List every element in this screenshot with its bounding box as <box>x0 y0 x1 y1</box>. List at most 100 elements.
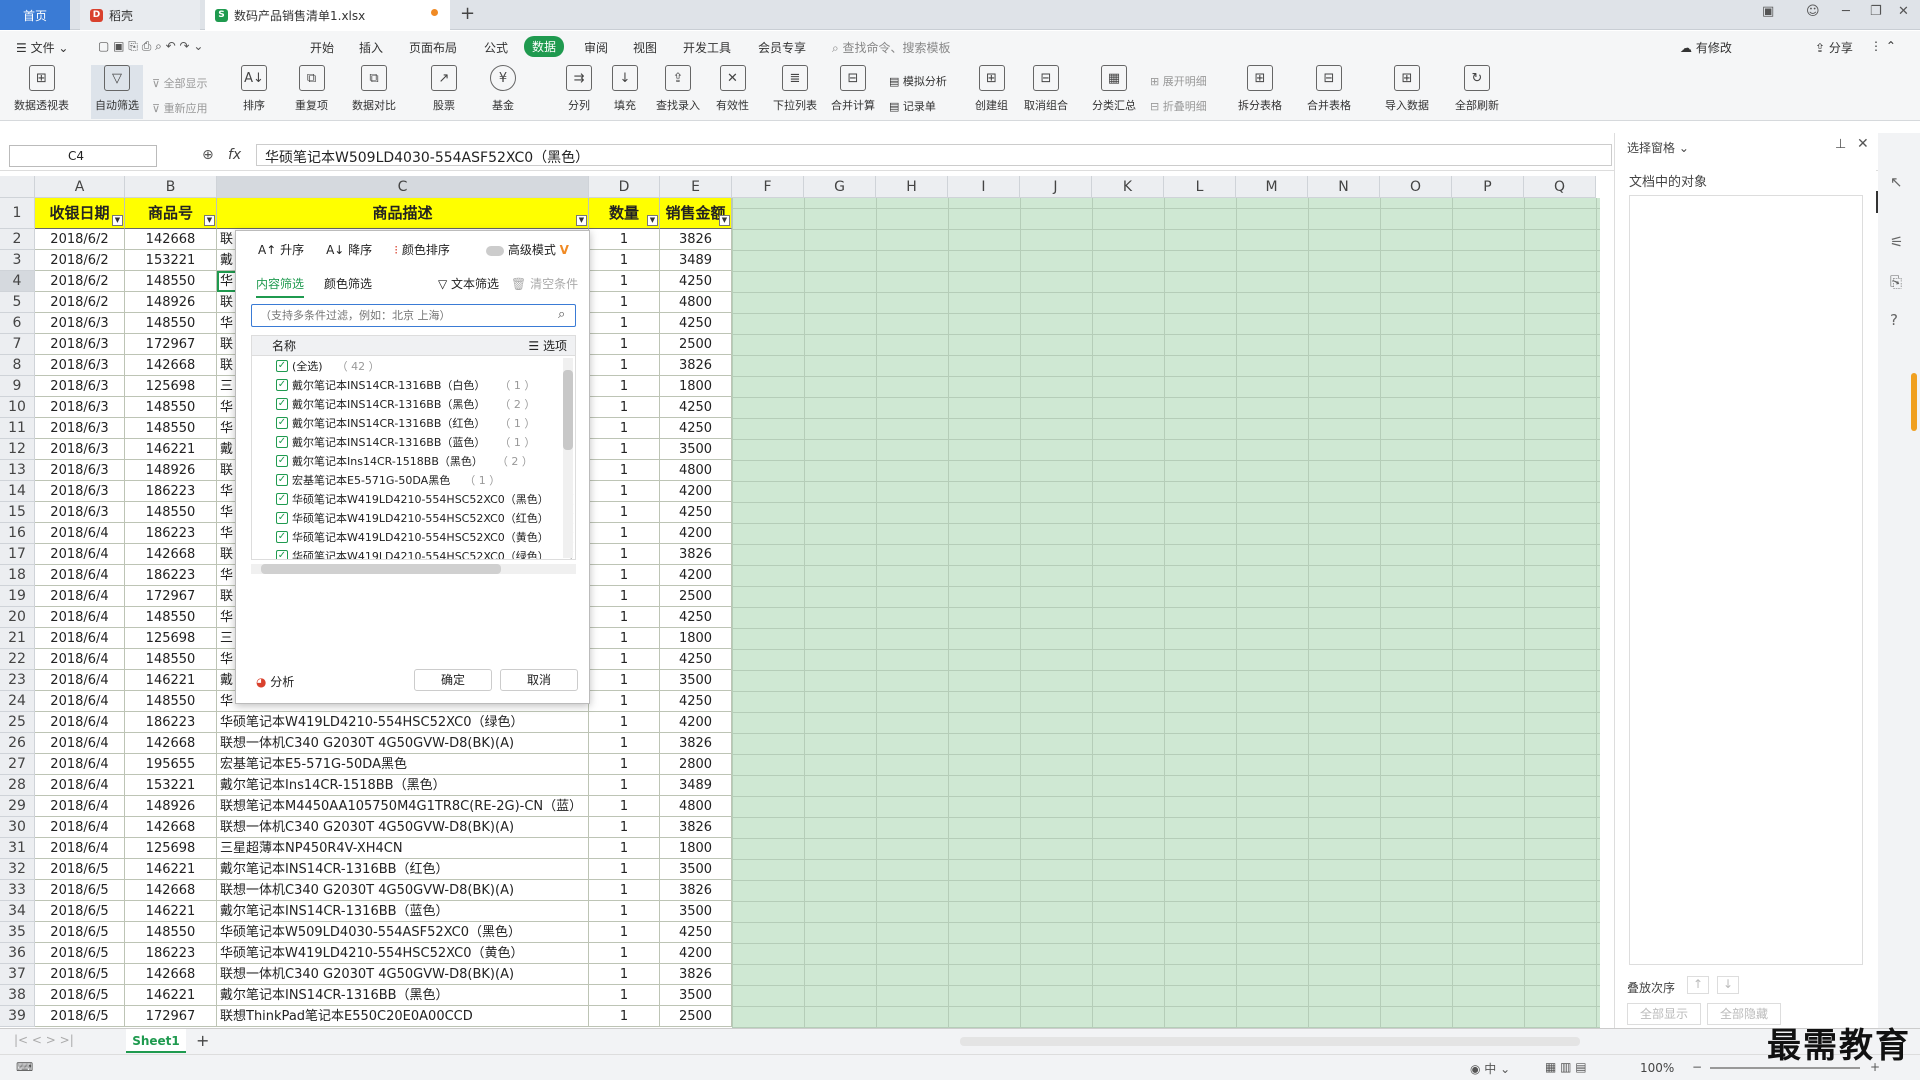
table-cell[interactable]: 1 <box>589 565 660 586</box>
table-cell[interactable]: 4200 <box>660 943 732 964</box>
table-cell[interactable]: 1 <box>589 481 660 502</box>
move-up-icon[interactable]: ↑ <box>1687 976 1709 994</box>
table-cell[interactable]: 125698 <box>125 838 217 859</box>
table-cell[interactable]: 3826 <box>660 964 732 985</box>
row-header[interactable]: 17 <box>0 544 35 565</box>
column-header-m[interactable]: M <box>1236 176 1308 198</box>
table-cell[interactable]: 联想一体机C340 G2030T 4G50GVW-D8(BK)(A) <box>217 880 589 901</box>
table-cell[interactable]: 2018/6/4 <box>35 754 125 775</box>
table-cell[interactable]: 2500 <box>660 1006 732 1027</box>
list-hscrollbar[interactable] <box>251 564 576 574</box>
table-cell[interactable]: 1 <box>589 880 660 901</box>
header-cell-id[interactable]: 商品号 ▼ <box>125 198 217 229</box>
row-header[interactable]: 26 <box>0 733 35 754</box>
analyze-button[interactable]: ◕ 分析 <box>256 673 294 690</box>
auto-filter-button[interactable]: ▽ 自动筛选 <box>91 65 143 119</box>
table-cell[interactable]: 4250 <box>660 607 732 628</box>
table-cell[interactable]: 2018/6/4 <box>35 607 125 628</box>
table-cell[interactable]: 146221 <box>125 859 217 880</box>
filter-search-input[interactable] <box>251 304 576 327</box>
table-cell[interactable]: 1 <box>589 523 660 544</box>
table-cell[interactable]: 148926 <box>125 796 217 817</box>
table-cell[interactable]: 186223 <box>125 712 217 733</box>
horizontal-scrollbar[interactable] <box>960 1037 1580 1046</box>
row-header[interactable]: 8 <box>0 355 35 376</box>
table-cell[interactable]: 4250 <box>660 922 732 943</box>
table-cell[interactable]: 1 <box>589 271 660 292</box>
lookup-entry-button[interactable]: ⇪ 查找录入 <box>656 65 700 113</box>
table-cell[interactable]: 1 <box>589 355 660 376</box>
table-cell[interactable]: 142668 <box>125 229 217 250</box>
table-cell[interactable]: 2018/6/3 <box>35 397 125 418</box>
table-cell[interactable]: 146221 <box>125 670 217 691</box>
refresh-all-button[interactable]: ↻ 全部刷新 <box>1455 65 1499 113</box>
checkbox-icon[interactable]: ✓ <box>276 359 288 372</box>
table-cell[interactable]: 172967 <box>125 334 217 355</box>
table-cell[interactable]: 1 <box>589 775 660 796</box>
duplicates-button[interactable]: ⧉ 重复项 <box>295 65 328 113</box>
zoom-out-icon[interactable]: − <box>1692 1060 1702 1074</box>
restore-icon[interactable]: ❐ <box>1870 4 1882 19</box>
table-cell[interactable]: 142668 <box>125 880 217 901</box>
menu-dev-tools[interactable]: 开发工具 <box>683 39 731 56</box>
table-cell[interactable]: 148550 <box>125 418 217 439</box>
column-header-b[interactable]: B <box>125 176 217 198</box>
table-cell[interactable]: 2018/6/4 <box>35 544 125 565</box>
table-cell[interactable]: 华硕笔记本W419LD4210-554HSC52XC0（绿色） <box>217 712 589 733</box>
table-cell[interactable]: 联想一体机C340 G2030T 4G50GVW-D8(BK)(A) <box>217 733 589 754</box>
row-header[interactable]: 12 <box>0 439 35 460</box>
text-filter-button[interactable]: ▽ 文本筛选 <box>438 275 499 292</box>
table-cell[interactable]: 2018/6/3 <box>35 481 125 502</box>
table-cell[interactable]: 1 <box>589 1006 660 1027</box>
checkbox-icon[interactable]: ✓ <box>276 416 288 429</box>
column-header-i[interactable]: I <box>948 176 1020 198</box>
table-cell[interactable]: 3500 <box>660 670 732 691</box>
filter-dropdown-icon[interactable]: ▼ <box>719 215 730 226</box>
tab-color-filter[interactable]: 颜色筛选 <box>324 275 372 292</box>
table-cell[interactable]: 3500 <box>660 985 732 1006</box>
stock-button[interactable]: ↗ 股票 <box>431 65 457 113</box>
row-header[interactable]: 9 <box>0 376 35 397</box>
table-cell[interactable]: 146221 <box>125 985 217 1006</box>
menu-insert[interactable]: 插入 <box>359 39 383 56</box>
zoom-slider[interactable] <box>1710 1067 1860 1069</box>
list-scrollbar[interactable] <box>563 358 573 558</box>
table-cell[interactable]: 2500 <box>660 586 732 607</box>
table-cell[interactable]: 1800 <box>660 838 732 859</box>
list-item[interactable]: ✓ 戴尔笔记本INS14CR-1316BB（红色） （ 1 ） <box>252 413 575 432</box>
table-cell[interactable]: 1 <box>589 817 660 838</box>
table-cell[interactable]: 1 <box>589 502 660 523</box>
checkbox-icon[interactable]: ✓ <box>276 511 288 524</box>
row-header[interactable]: 19 <box>0 586 35 607</box>
tab-file[interactable]: S 数码产品销售清单1.xlsx <box>205 0 450 30</box>
checkbox-icon[interactable]: ✓ <box>276 473 288 486</box>
table-cell[interactable]: 1 <box>589 985 660 1006</box>
table-cell[interactable]: 1 <box>589 838 660 859</box>
table-cell[interactable]: 1 <box>589 859 660 880</box>
header-cell-qty[interactable]: 数量 ▼ <box>589 198 660 229</box>
add-sheet-icon[interactable]: + <box>196 1031 209 1050</box>
table-cell[interactable]: 1 <box>589 586 660 607</box>
import-data-button[interactable]: ⊞ 导入数据 <box>1385 65 1429 113</box>
table-cell[interactable]: 联想ThinkPad笔记本E550C20E0A00CCD <box>217 1006 589 1027</box>
row-header[interactable]: 5 <box>0 292 35 313</box>
table-cell[interactable]: 3489 <box>660 250 732 271</box>
table-cell[interactable]: 148550 <box>125 691 217 712</box>
table-cell[interactable]: 2018/6/4 <box>35 796 125 817</box>
table-cell[interactable]: 2018/6/5 <box>35 901 125 922</box>
new-tab-icon[interactable]: + <box>460 3 475 24</box>
row-header[interactable]: 38 <box>0 985 35 1006</box>
table-cell[interactable]: 2018/6/3 <box>35 334 125 355</box>
table-cell[interactable]: 1 <box>589 607 660 628</box>
table-cell[interactable]: 4200 <box>660 481 732 502</box>
table-cell[interactable]: 2018/6/5 <box>35 985 125 1006</box>
expand-detail-button[interactable]: ⊞ 展开明细 <box>1150 73 1207 89</box>
table-cell[interactable]: 1800 <box>660 376 732 397</box>
table-cell[interactable]: 华硕笔记本W509LD4030-554ASF52XC0（黑色） <box>217 922 589 943</box>
column-header-d[interactable]: D <box>589 176 660 198</box>
row-header[interactable]: 18 <box>0 565 35 586</box>
row-header[interactable]: 1 <box>0 198 35 229</box>
more-icon[interactable]: ⋮ ⌃ <box>1870 39 1896 53</box>
table-cell[interactable]: 2018/6/4 <box>35 838 125 859</box>
list-item[interactable]: ✓华硕笔记本W419LD4210-554HSC52XC0（黄色）（ 2 <box>252 527 575 546</box>
